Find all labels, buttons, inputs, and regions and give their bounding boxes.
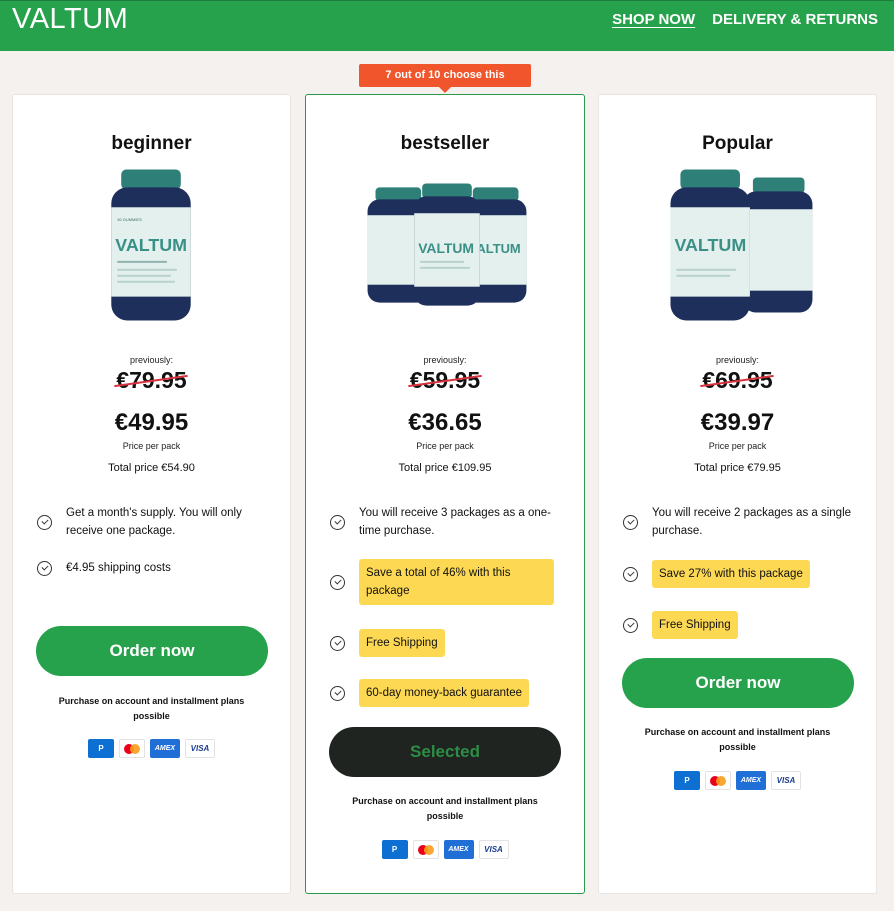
feature-highlight: Free Shipping bbox=[652, 611, 738, 639]
payment-methods: P AMEX VISA bbox=[306, 840, 584, 859]
old-price: €69.95 bbox=[599, 367, 876, 394]
previously-label: previously: bbox=[715, 355, 760, 365]
order-now-button[interactable]: Order now bbox=[36, 626, 268, 676]
total-price: Total price €54.90 bbox=[108, 462, 195, 474]
feature-item: Get a month's supply. You will only rece… bbox=[37, 504, 272, 540]
check-circle-icon bbox=[623, 514, 638, 530]
feature-highlight: Free Shipping bbox=[359, 629, 445, 657]
check-circle-icon bbox=[623, 617, 638, 633]
nav-shop-now[interactable]: SHOP NOW bbox=[612, 11, 695, 28]
check-circle-icon bbox=[330, 685, 345, 701]
label-brand-text: VALTUM bbox=[115, 235, 187, 255]
product-image-triple: VALTUM VALTUM bbox=[367, 183, 527, 306]
product-image-double: VALTUM bbox=[670, 169, 813, 321]
check-circle-icon bbox=[623, 566, 638, 582]
feature-item: Save a total of 46% with this package bbox=[330, 559, 565, 605]
logo[interactable]: VALTUM bbox=[12, 3, 128, 36]
per-pack-label: Price per pack bbox=[708, 441, 767, 451]
per-pack-label: Price per pack bbox=[122, 441, 181, 451]
total-price: Total price €79.95 bbox=[694, 462, 781, 474]
visa-icon: VISA bbox=[771, 771, 801, 790]
order-now-button[interactable]: Order now bbox=[622, 658, 854, 708]
feature-item: 60-day money-back guarantee bbox=[330, 679, 529, 707]
paypal-icon: P bbox=[88, 739, 114, 758]
feature-text: You will receive 2 packages as a single … bbox=[652, 507, 852, 537]
old-price-value: €69.95 bbox=[702, 367, 773, 393]
offer-title: bestseller bbox=[400, 133, 490, 154]
feature-text: Get a month's supply. You will only rece… bbox=[66, 507, 242, 537]
offer-title: Popular bbox=[702, 133, 773, 154]
feature-item: Free Shipping bbox=[330, 629, 445, 657]
visa-icon: VISA bbox=[478, 840, 509, 859]
feature-item: You will receive 3 packages as a one-tim… bbox=[330, 504, 565, 540]
offer-card-bestseller[interactable]: bestseller VALTUM VALTUM previously: €59… bbox=[305, 94, 585, 894]
new-price: €39.97 bbox=[700, 409, 775, 436]
feature-item: Free Shipping bbox=[623, 611, 738, 639]
total-price: Total price €109.95 bbox=[398, 462, 492, 474]
feature-highlight: Save a total of 46% with this package bbox=[359, 559, 554, 605]
main-nav: SHOP NOW DELIVERY & RETURNS bbox=[612, 11, 878, 28]
selected-button[interactable]: Selected bbox=[329, 727, 561, 777]
old-price-value: €79.95 bbox=[116, 367, 187, 393]
old-price: €79.95 bbox=[13, 367, 290, 394]
feature-text: €4.95 shipping costs bbox=[66, 562, 171, 574]
payment-methods: P AMEX VISA bbox=[599, 771, 876, 790]
mastercard-icon bbox=[705, 771, 731, 790]
payment-methods: P AMEX VISA bbox=[13, 739, 290, 758]
check-circle-icon bbox=[330, 635, 345, 651]
feature-item: You will receive 2 packages as a single … bbox=[623, 504, 858, 540]
feature-item: €4.95 shipping costs bbox=[37, 559, 272, 577]
check-circle-icon bbox=[37, 560, 52, 576]
label-brand-text: VALTUM bbox=[418, 240, 474, 256]
nav-delivery-returns[interactable]: DELIVERY & RETURNS bbox=[712, 11, 878, 28]
installment-note: Purchase on account and installment plan… bbox=[644, 727, 831, 752]
feature-highlight: Save 27% with this package bbox=[652, 560, 810, 588]
feature-item: Save 27% with this package bbox=[623, 560, 810, 588]
old-price: €59.95 bbox=[306, 367, 584, 394]
amex-icon: AMEX bbox=[443, 840, 474, 859]
offer-card-popular[interactable]: Popular VALTUM previously: €69.95 €39.97… bbox=[598, 94, 877, 894]
label-small-text: 30 GUMMIES bbox=[117, 217, 142, 222]
amex-icon: AMEX bbox=[736, 771, 766, 790]
offer-title: beginner bbox=[111, 133, 192, 154]
installment-note: Purchase on account and installment plan… bbox=[352, 796, 538, 821]
feature-text: You will receive 3 packages as a one-tim… bbox=[359, 507, 551, 537]
popular-choice-tag: 7 out of 10 choose this bbox=[359, 64, 531, 93]
feature-highlight: 60-day money-back guarantee bbox=[359, 679, 529, 707]
visa-icon: VISA bbox=[185, 739, 215, 758]
previously-label: previously: bbox=[423, 355, 467, 365]
per-pack-label: Price per pack bbox=[416, 441, 474, 451]
amex-icon: AMEX bbox=[150, 739, 180, 758]
check-circle-icon bbox=[37, 514, 52, 530]
mastercard-icon bbox=[412, 840, 439, 859]
offer-card-beginner[interactable]: beginner 30 GUMMIES VALTUM previously: €… bbox=[12, 94, 291, 894]
previously-label: previously: bbox=[129, 355, 174, 365]
product-image-single: 30 GUMMIES VALTUM bbox=[111, 169, 191, 321]
label-brand-text: VALTUM bbox=[674, 235, 746, 255]
new-price: €49.95 bbox=[114, 409, 189, 436]
paypal-icon: P bbox=[381, 840, 408, 859]
check-circle-icon bbox=[330, 514, 345, 530]
old-price-value: €59.95 bbox=[409, 367, 481, 393]
new-price: €36.65 bbox=[408, 409, 482, 436]
mastercard-icon bbox=[119, 739, 145, 758]
paypal-icon: P bbox=[674, 771, 700, 790]
top-navigation-bar: VALTUM SHOP NOW DELIVERY & RETURNS bbox=[0, 0, 894, 51]
check-circle-icon bbox=[330, 574, 345, 590]
installment-note: Purchase on account and installment plan… bbox=[58, 696, 245, 721]
